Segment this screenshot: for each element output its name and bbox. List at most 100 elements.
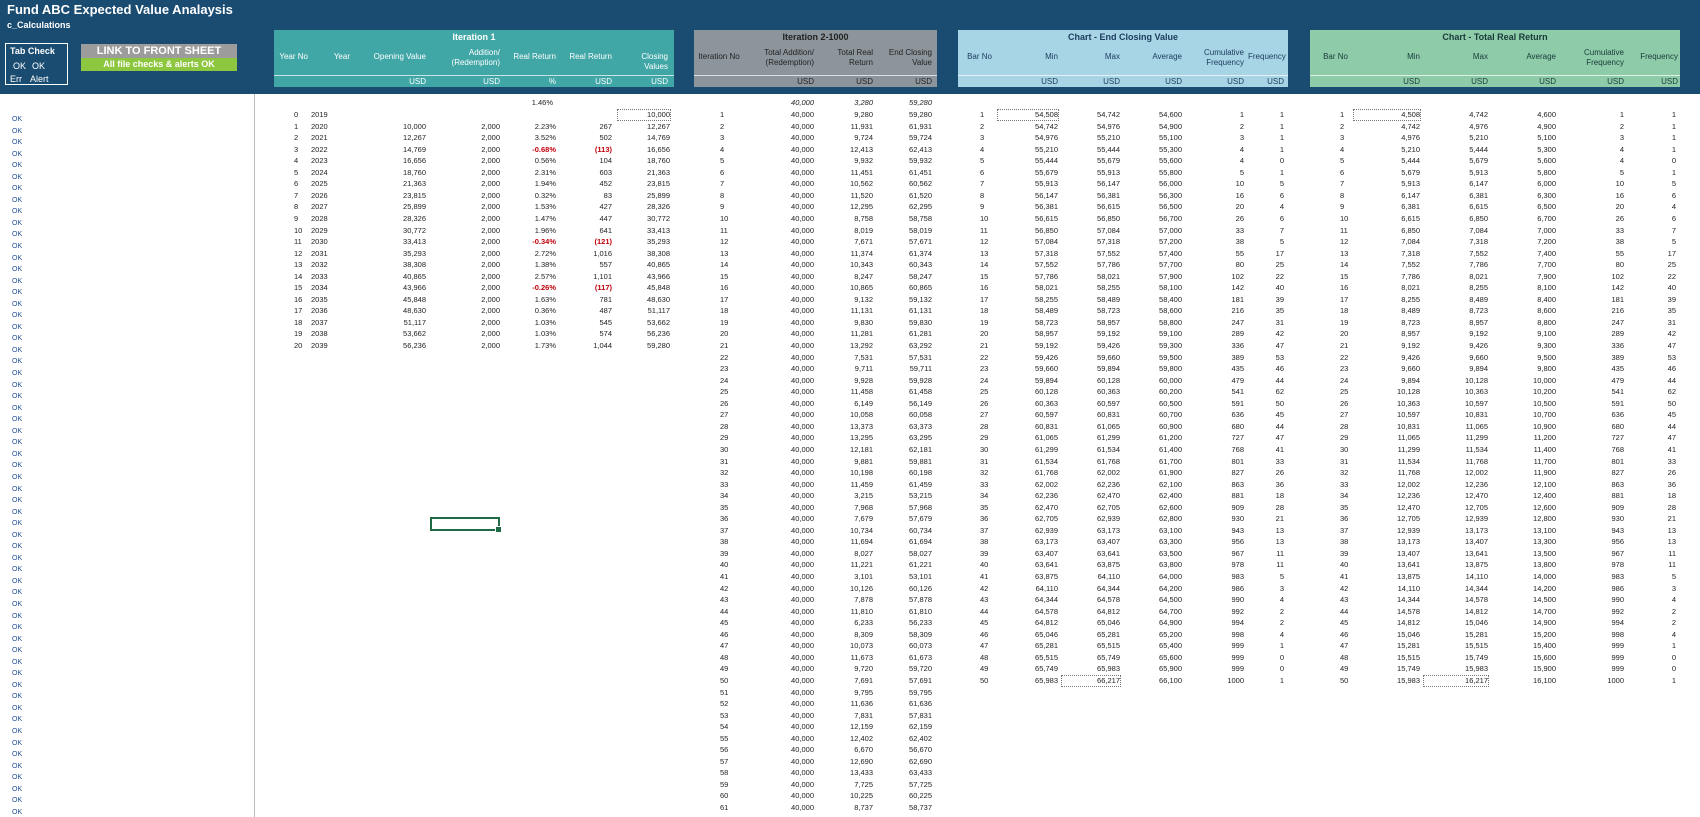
cell: 8,957 bbox=[1401, 329, 1420, 339]
cell: 7,531 bbox=[854, 352, 873, 362]
cell: 7,084 bbox=[1469, 225, 1488, 235]
cell: 64,578 bbox=[1035, 606, 1058, 616]
cell: 680 bbox=[1231, 421, 1244, 431]
cell: 7,318 bbox=[1401, 248, 1420, 258]
cell: 25 bbox=[1667, 260, 1676, 270]
cell: 65,400 bbox=[1159, 641, 1182, 651]
cell: 55,913 bbox=[1035, 179, 1058, 189]
ok-status: OK bbox=[12, 485, 23, 493]
cell: 5,800 bbox=[1537, 167, 1556, 177]
cell: 59,660 bbox=[1035, 364, 1058, 374]
cell: 3 bbox=[1279, 583, 1284, 593]
cell: 6,615 bbox=[1469, 202, 1488, 212]
cell: 8,021 bbox=[1401, 283, 1420, 293]
cell: 10,363 bbox=[1465, 387, 1488, 397]
cell: 2,000 bbox=[481, 341, 500, 350]
cell: 2031 bbox=[311, 248, 328, 258]
cell: 57,968 bbox=[909, 502, 932, 512]
link-to-front-sheet-button[interactable]: LINK TO FRONT SHEET bbox=[81, 44, 237, 58]
cell: 11,459 bbox=[850, 479, 873, 489]
cell: 61,931 bbox=[909, 121, 932, 131]
cell: 10,000 bbox=[1533, 375, 1556, 385]
cell: 2034 bbox=[311, 283, 328, 293]
cell: 2,000 bbox=[481, 317, 500, 327]
tab-check-ok: OK bbox=[32, 61, 46, 71]
cell: 54,508 bbox=[997, 109, 1059, 121]
cell: 59,894 bbox=[1097, 364, 1120, 374]
cell: 11,931 bbox=[850, 121, 873, 131]
cell: 2,000 bbox=[481, 283, 500, 293]
ok-status: OK bbox=[12, 312, 23, 320]
cell: 40,000 bbox=[791, 225, 814, 235]
column-header: Addition/ (Redemption) bbox=[451, 48, 500, 67]
cell: 61,636 bbox=[909, 699, 932, 709]
cell: 26 bbox=[1235, 213, 1244, 223]
cell: 7,318 bbox=[1469, 237, 1488, 247]
ok-status: OK bbox=[12, 439, 23, 447]
chart2-title: Chart - Total Real Return bbox=[1442, 32, 1548, 42]
cell: 65,046 bbox=[1035, 629, 1058, 639]
unit-label: % bbox=[548, 77, 556, 86]
iteration2-title: Iteration 2-1000 bbox=[782, 32, 849, 42]
cell: 65,046 bbox=[1097, 618, 1120, 628]
cell: 0 bbox=[1671, 652, 1676, 662]
cell: 2023 bbox=[311, 156, 328, 166]
cell: 1 bbox=[1671, 133, 1676, 143]
cell: 9,894 bbox=[1401, 375, 1420, 385]
cell: 58,723 bbox=[1097, 306, 1120, 316]
unit-label: USD bbox=[483, 77, 500, 86]
cell: 10,363 bbox=[1397, 398, 1420, 408]
cell: 59,800 bbox=[1159, 364, 1182, 374]
cell: 2033 bbox=[311, 271, 328, 281]
cell: 55,444 bbox=[1035, 156, 1058, 166]
cell: 2 bbox=[1279, 618, 1284, 628]
cell: 40,000 bbox=[791, 803, 814, 812]
column-header: Cumulative Frequency bbox=[1203, 48, 1244, 67]
cell: 10,831 bbox=[1465, 410, 1488, 420]
cell: 60,700 bbox=[1159, 410, 1182, 420]
ok-status: OK bbox=[12, 762, 23, 770]
cell: 727 bbox=[1611, 433, 1624, 443]
cell: -0.34% bbox=[532, 237, 556, 247]
cell: 10,900 bbox=[1533, 421, 1556, 431]
cell: 40,000 bbox=[791, 329, 814, 339]
cell: 40,000 bbox=[791, 791, 814, 801]
cell: 63,300 bbox=[1159, 537, 1182, 547]
cell: 14,812 bbox=[1465, 606, 1488, 616]
unit-label: USD bbox=[651, 77, 668, 86]
cell: 62 bbox=[1275, 387, 1284, 397]
cell: 8,489 bbox=[1469, 294, 1488, 304]
cell: 7,552 bbox=[1469, 248, 1488, 258]
cell: 40,000 bbox=[791, 110, 814, 119]
cell: 9,894 bbox=[1469, 364, 1488, 374]
cell: 40,000 bbox=[791, 560, 814, 570]
cell: 13,433 bbox=[850, 768, 873, 778]
cell: 13,173 bbox=[1465, 525, 1488, 535]
cell: 56,500 bbox=[1159, 202, 1182, 212]
selected-cell[interactable] bbox=[430, 517, 502, 533]
cell: 9,192 bbox=[1401, 341, 1420, 350]
cell: 9,192 bbox=[1469, 329, 1488, 339]
cell: 13,292 bbox=[850, 341, 873, 350]
file-checks-status: All file checks & alerts OK bbox=[81, 58, 237, 71]
cell: 35 bbox=[1275, 306, 1284, 316]
cell: 5,210 bbox=[1469, 133, 1488, 143]
cell: 60,128 bbox=[1035, 387, 1058, 397]
cell: 57,878 bbox=[909, 595, 932, 605]
cell: 22 bbox=[1275, 271, 1284, 281]
spreadsheet[interactable]: Fund ABC Expected Value Analaysis c_Calc… bbox=[0, 0, 1700, 817]
cell: 60,000 bbox=[1159, 375, 1182, 385]
cell: 40,000 bbox=[791, 687, 814, 697]
cell: 727 bbox=[1231, 433, 1244, 443]
cell: 60,500 bbox=[1159, 398, 1182, 408]
cell: 40 bbox=[1667, 283, 1676, 293]
cell: 64,344 bbox=[1035, 595, 1058, 605]
cell: 58,100 bbox=[1159, 283, 1182, 293]
cell: 591 bbox=[1611, 398, 1624, 408]
cell: 4 bbox=[1671, 595, 1676, 605]
ok-status: OK bbox=[12, 254, 23, 262]
cell: 63,173 bbox=[1035, 537, 1058, 547]
cell: (117) bbox=[594, 283, 612, 293]
cell: 40,000 bbox=[791, 595, 814, 605]
cell: 6 bbox=[1279, 190, 1284, 200]
